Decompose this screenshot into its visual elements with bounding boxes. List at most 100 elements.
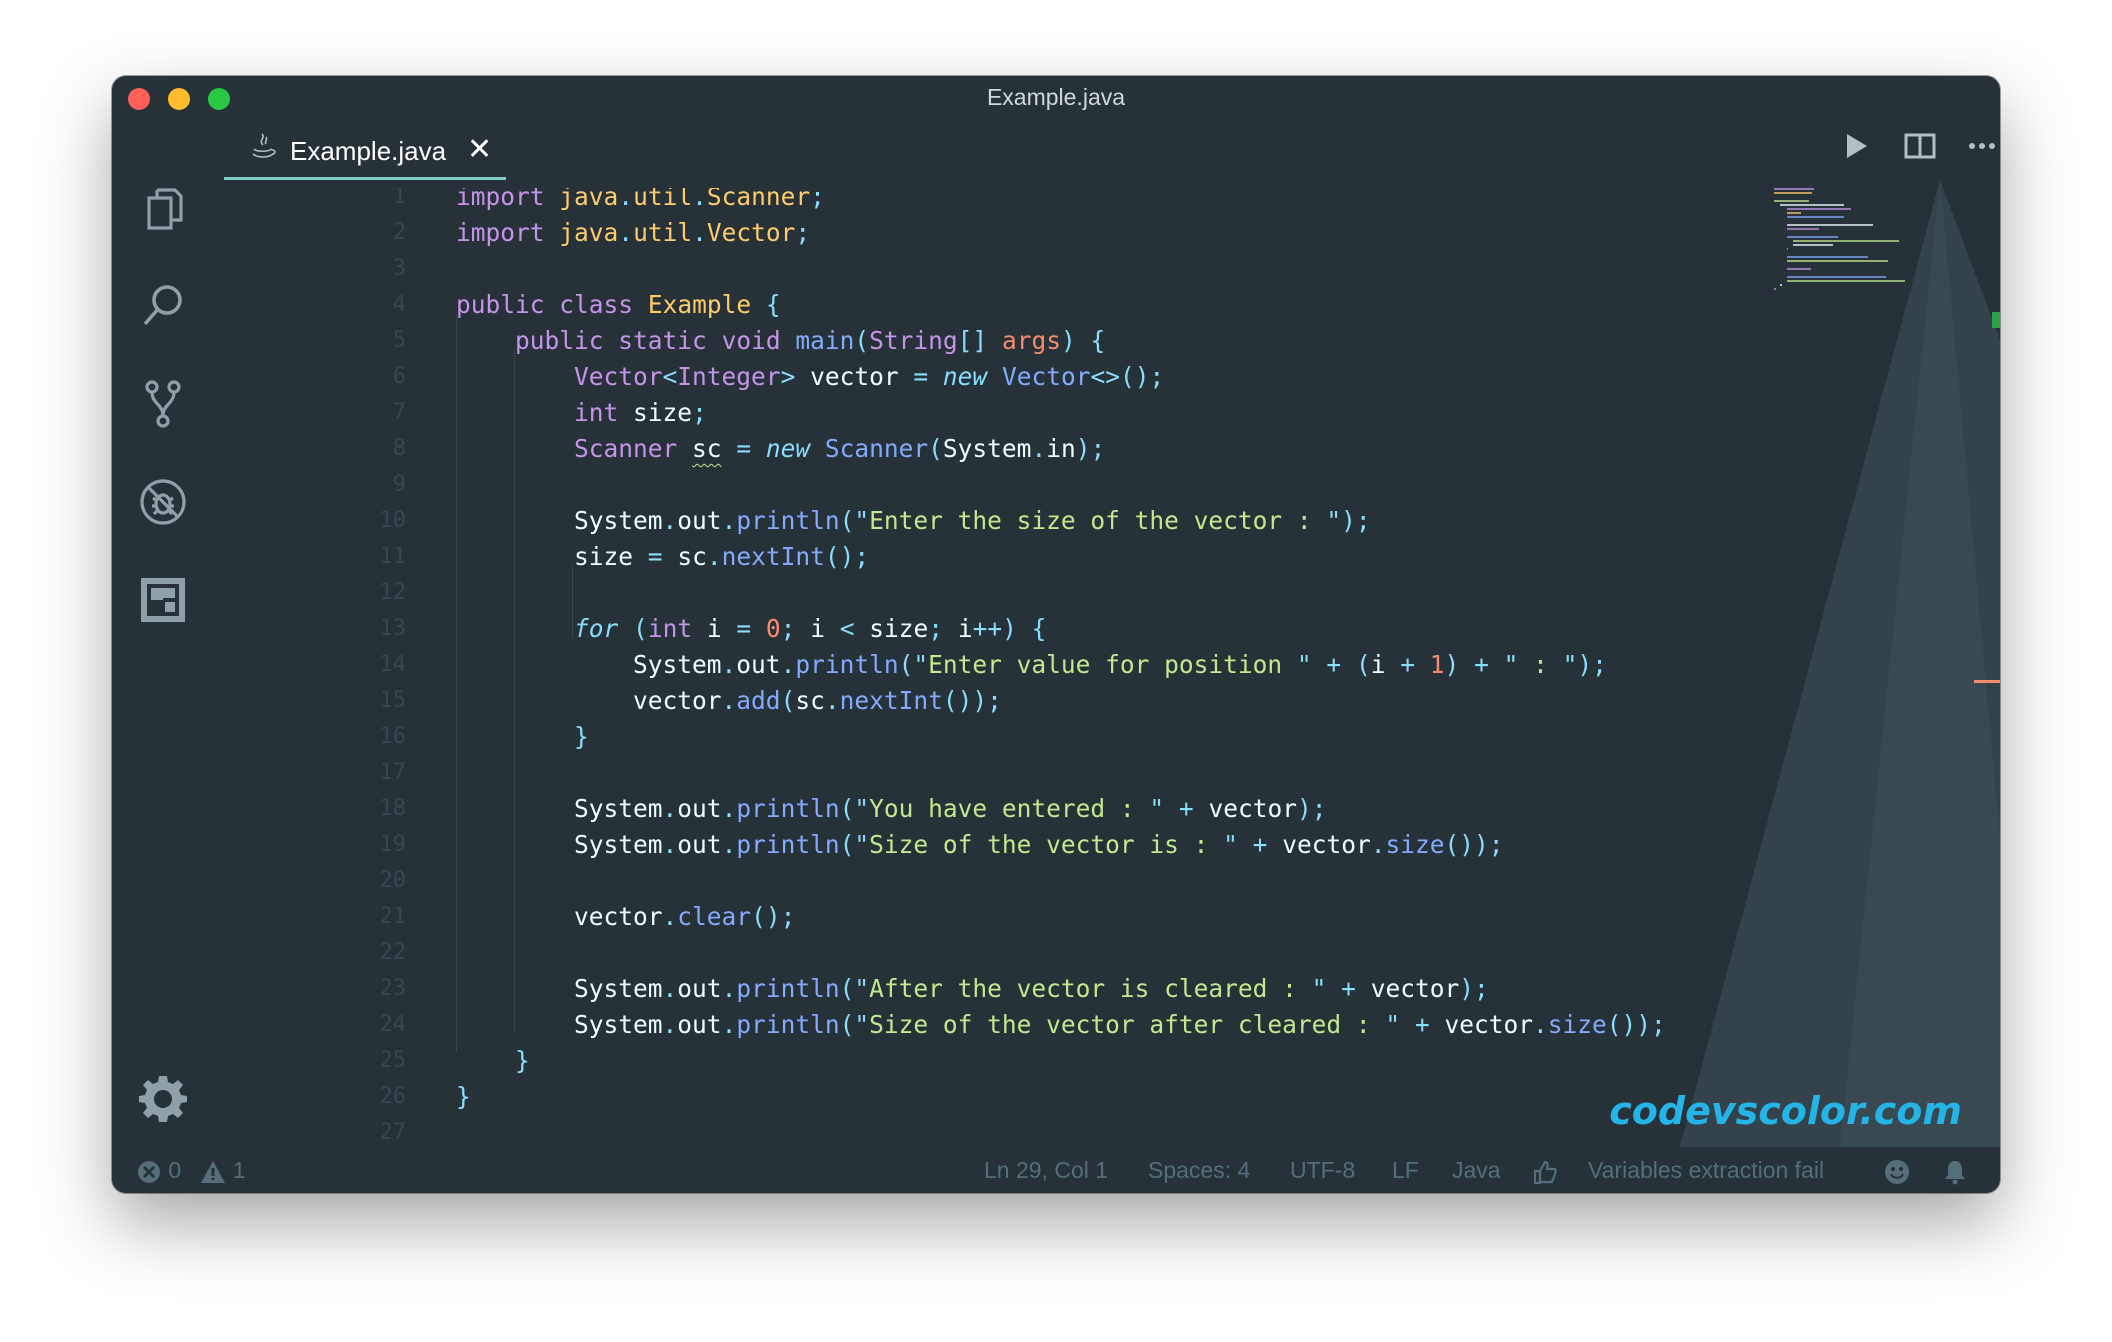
code-line[interactable]: 18 System.out.println("You have entered … [212, 791, 1712, 827]
line-number: 25 [379, 1048, 407, 1073]
line-number: 11 [379, 544, 407, 569]
line-number: 22 [379, 940, 407, 965]
code-text: Vector<Integer> vector = new Vector<>(); [574, 362, 1165, 391]
code-text: public static void main(String[] args) { [515, 326, 1106, 355]
encoding-setting[interactable]: UTF-8 [1290, 1157, 1355, 1184]
code-text: int size; [574, 398, 707, 427]
line-number: 6 [392, 364, 406, 389]
line-number: 23 [379, 976, 407, 1001]
line-number: 14 [379, 652, 407, 677]
eol-setting[interactable]: LF [1392, 1157, 1419, 1184]
feedback-thumb-icon[interactable] [1532, 1157, 1558, 1185]
explorer-icon[interactable] [137, 182, 189, 234]
status-message: Variables extraction fail [1588, 1157, 1825, 1183]
code-line[interactable]: 9 [212, 467, 1712, 503]
tab-bar: Example.java ✕ [212, 120, 2000, 180]
code-line[interactable]: 4 public class Example { [212, 287, 1712, 323]
warning-count: 1 [232, 1157, 246, 1183]
line-number: 15 [379, 688, 407, 713]
line-number: 9 [392, 472, 406, 497]
code-editor[interactable]: 1 import java.util.Scanner; 2 import java.u… [212, 188, 2000, 1147]
code-line[interactable]: 8 Scanner sc = new Scanner(System.in); [212, 431, 1712, 467]
code-text: vector.add(sc.nextInt()); [633, 686, 1002, 715]
code-line[interactable]: 24 System.out.println("Size of the vecto… [212, 1007, 1712, 1043]
activity-bar [112, 120, 212, 1147]
code-line[interactable]: 22 [212, 935, 1712, 971]
line-number: 10 [379, 508, 407, 533]
smiley-feedback-icon[interactable] [1884, 1157, 1910, 1185]
line-number: 4 [392, 292, 406, 317]
code-text: System.out.println("Enter the size of th… [574, 506, 1371, 535]
error-count: 0 [168, 1157, 182, 1183]
title-bar: Example.java [112, 76, 2000, 120]
code-text: System.out.println("Enter value for posi… [633, 650, 1607, 679]
code-line[interactable]: 21 vector.clear(); [212, 899, 1712, 935]
line-number: 1 [392, 188, 406, 209]
code-line[interactable]: 3 [212, 251, 1712, 287]
line-number: 8 [392, 436, 406, 461]
line-number: 27 [379, 1120, 407, 1145]
tab-example-java[interactable]: Example.java ✕ [224, 120, 506, 180]
code-line[interactable]: 20 [212, 863, 1712, 899]
split-editor-icon[interactable] [1900, 126, 1940, 166]
code-line[interactable]: 16 } [212, 719, 1712, 755]
line-number: 7 [392, 400, 406, 425]
window-title: Example.java [986, 84, 1126, 110]
code-line[interactable]: 17 [212, 755, 1712, 791]
code-line[interactable]: 10 System.out.println("Enter the size of… [212, 503, 1712, 539]
code-line[interactable]: 1 import java.util.Scanner; [212, 188, 1712, 215]
line-number: 21 [379, 904, 407, 929]
line-number: 19 [379, 832, 407, 857]
line-number: 13 [379, 616, 407, 641]
notifications-bell-icon[interactable] [1942, 1157, 1968, 1185]
code-line[interactable]: 25 } [212, 1043, 1712, 1079]
code-line[interactable]: 11 size = sc.nextInt(); [212, 539, 1712, 575]
code-text: } [515, 1046, 530, 1075]
problems-indicator[interactable]: 0 1 [136, 1157, 246, 1185]
code-text: vector.clear(); [574, 902, 796, 931]
code-line[interactable]: 5 public static void main(String[] args)… [212, 323, 1712, 359]
language-mode[interactable]: Java [1452, 1157, 1501, 1184]
run-icon[interactable] [1836, 126, 1876, 166]
code-line[interactable]: 19 System.out.println("Size of the vecto… [212, 827, 1712, 863]
code-text: for (int i = 0; i < size; i++) { [574, 614, 1047, 643]
line-number: 3 [392, 256, 406, 281]
line-number: 17 [379, 760, 407, 785]
source-control-icon[interactable] [137, 378, 189, 430]
code-line[interactable]: 2 import java.util.Vector; [212, 215, 1712, 251]
tab-close-icon[interactable]: ✕ [467, 132, 492, 167]
line-number: 26 [379, 1084, 407, 1109]
code-line[interactable]: 14 System.out.println("Enter value for p… [212, 647, 1712, 683]
code-line[interactable]: 26} [212, 1079, 1712, 1115]
watermark: codevscolor.com [1609, 1089, 1962, 1133]
code-text: System.out.println("Size of the vector i… [574, 830, 1504, 859]
code-line[interactable]: 12 [212, 575, 1712, 611]
code-text: System.out.println("After the vector is … [574, 974, 1489, 1003]
code-line[interactable]: 23 System.out.println("After the vector … [212, 971, 1712, 1007]
debug-icon[interactable] [137, 476, 189, 528]
line-number: 18 [379, 796, 407, 821]
code-text: } [574, 722, 589, 751]
more-actions-icon[interactable] [1962, 126, 2000, 166]
code-line[interactable]: 13 for (int i = 0; i < size; i++) { [212, 611, 1712, 647]
line-number: 20 [379, 868, 407, 893]
code-text: public class Example { [456, 290, 781, 319]
line-number: 16 [379, 724, 407, 749]
code-text: System.out.println("You have entered : "… [574, 794, 1327, 823]
code-text: System.out.println("Size of the vector a… [574, 1010, 1666, 1039]
code-text: size = sc.nextInt(); [574, 542, 870, 571]
line-number: 5 [392, 328, 406, 353]
tab-label: Example.java [290, 136, 447, 166]
cursor-position[interactable]: Ln 29, Col 1 [984, 1157, 1108, 1184]
code-text: import java.util.Scanner; [456, 188, 825, 211]
warning-icon [200, 1157, 226, 1183]
code-line[interactable]: 7 int size; [212, 395, 1712, 431]
code-line[interactable]: 27 [212, 1115, 1712, 1147]
java-file-icon [250, 132, 276, 162]
code-line[interactable]: 6 Vector<Integer> vector = new Vector<>(… [212, 359, 1712, 395]
extensions-icon[interactable] [137, 574, 189, 626]
search-icon[interactable] [137, 280, 189, 332]
indentation-setting[interactable]: Spaces: 4 [1148, 1157, 1250, 1184]
code-line[interactable]: 15 vector.add(sc.nextInt()); [212, 683, 1712, 719]
settings-gear-icon[interactable] [137, 1072, 189, 1124]
